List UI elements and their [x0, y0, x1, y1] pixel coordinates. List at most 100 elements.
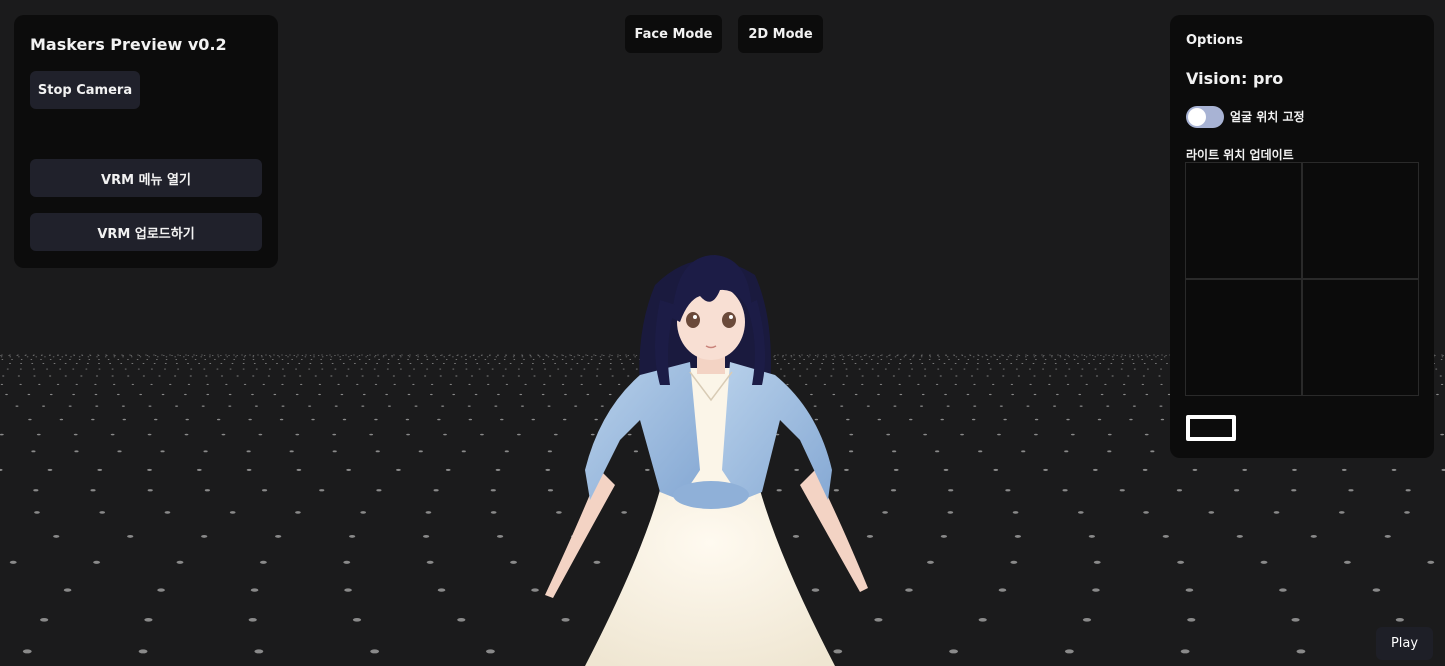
floor-dot: [1176, 489, 1183, 492]
floor-dot: [787, 363, 790, 365]
floor-dot: [865, 354, 867, 356]
floor-dot: [1106, 405, 1110, 407]
floor-dot: [261, 489, 268, 492]
floor-dot: [798, 363, 801, 365]
floor-dot: [944, 393, 947, 396]
floor-dot: [490, 489, 496, 492]
floor-dot: [220, 363, 223, 365]
floor-dot: [377, 375, 380, 377]
floor-dot: [211, 355, 214, 356]
floor-dot: [31, 450, 36, 453]
floor-dot: [1132, 363, 1135, 365]
floor-dot: [16, 355, 19, 356]
floor-dot: [225, 354, 227, 356]
floor-dot: [587, 363, 590, 365]
floor-dot: [1089, 354, 1091, 356]
vrm-upload-button[interactable]: VRM 업로드하기: [30, 213, 262, 251]
floor-dot: [809, 354, 811, 356]
floor-dot: [73, 355, 76, 356]
floor-dot: [1010, 560, 1018, 564]
floor-dot: [193, 354, 195, 356]
floor-dot: [1055, 368, 1058, 370]
floor-dot: [1065, 354, 1067, 356]
floor-dot: [179, 355, 181, 356]
floor-dot: [156, 356, 159, 358]
floor-dot: [833, 649, 843, 654]
light-quadrant-top-left[interactable]: [1186, 163, 1301, 278]
floor-dot: [1110, 363, 1113, 365]
floor-dot: [783, 359, 786, 360]
floor-dot: [955, 356, 958, 358]
floor-dot: [1100, 393, 1104, 396]
floor-dot: [1083, 359, 1086, 360]
floor-dot: [229, 511, 236, 514]
floor-dot: [965, 363, 968, 365]
floor-dot: [890, 359, 892, 360]
floor-dot: [153, 354, 155, 356]
floor-dot: [610, 359, 612, 360]
floor-dot: [158, 375, 161, 377]
floor-dot: [228, 393, 232, 396]
floor-dot: [262, 359, 265, 360]
light-position-pad[interactable]: [1185, 162, 1419, 396]
floor-dot: [627, 375, 630, 377]
floor-dot: [1015, 359, 1018, 360]
floor-dot: [1024, 356, 1027, 358]
floor-dot: [142, 363, 145, 365]
floor-dot: [409, 354, 411, 356]
floor-dot: [1021, 363, 1024, 365]
floor-dot: [1080, 375, 1083, 377]
light-quadrant-top-right[interactable]: [1303, 163, 1418, 278]
floor-dot: [293, 355, 296, 356]
stop-camera-button[interactable]: Stop Camera: [30, 71, 140, 109]
floor-dot: [910, 363, 913, 365]
floor-dot: [977, 359, 979, 360]
floor-dot: [886, 356, 888, 358]
floor-dot: [205, 375, 208, 377]
floor-dot: [1108, 355, 1110, 356]
floor-dot: [474, 359, 477, 360]
floor-dot: [228, 405, 232, 407]
floor-dot: [387, 405, 391, 407]
floor-dot: [793, 354, 795, 356]
light-quadrant-bottom-right[interactable]: [1303, 280, 1418, 395]
floor-dot: [524, 383, 527, 385]
vrm-menu-open-button[interactable]: VRM 메뉴 열기: [30, 159, 262, 197]
floor-dot: [248, 617, 257, 622]
floor-dot: [1021, 450, 1026, 453]
floor-dot: [374, 418, 378, 421]
floor-dot: [320, 363, 323, 365]
light-quadrant-bottom-left[interactable]: [1186, 280, 1301, 395]
floor-dot: [209, 363, 212, 365]
floor-dot: [957, 359, 960, 360]
face-lock-toggle[interactable]: [1186, 106, 1224, 128]
floor-dot: [353, 363, 356, 365]
light-preview-rect[interactable]: [1186, 415, 1236, 441]
floor-dot: [423, 355, 426, 356]
floor-dot: [617, 354, 619, 356]
floor-dot: [845, 375, 849, 377]
floor-dot: [530, 356, 532, 358]
floor-dot: [581, 359, 583, 360]
floor-dot: [98, 359, 100, 360]
floor-dot: [362, 393, 366, 396]
floor-dot: [611, 375, 614, 377]
floor-dot: [273, 354, 275, 356]
floor-dot: [833, 489, 839, 492]
floor-dot: [1440, 383, 1444, 385]
floor-dot: [164, 511, 171, 514]
floor-dot: [1064, 649, 1074, 654]
floor-dot: [776, 489, 782, 492]
floor-dot: [46, 368, 49, 370]
floor-dot: [823, 355, 825, 356]
play-button[interactable]: Play: [1376, 627, 1433, 660]
floor-dot: [486, 383, 490, 385]
floor-dot: [988, 363, 990, 365]
face-mode-button[interactable]: Face Mode: [625, 15, 722, 53]
2d-mode-button[interactable]: 2D Mode: [738, 15, 823, 53]
floor-dot: [220, 375, 224, 377]
viewport[interactable]: Maskers Preview v0.2 Stop Camera VRM 메뉴 …: [0, 0, 1445, 666]
floor-dot: [1048, 383, 1051, 385]
floor-dot: [1100, 355, 1102, 356]
floor-dot: [954, 363, 957, 365]
